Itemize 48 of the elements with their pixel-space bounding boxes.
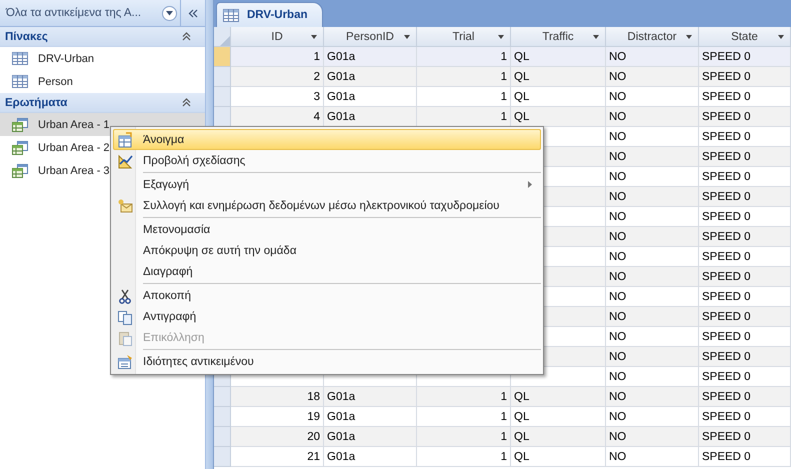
table-cell: NO [606,427,699,447]
table-cell: SPEED 0 [699,267,791,287]
table-cell: NO [606,447,699,467]
table-cell: NO [606,387,699,407]
table-cell: NO [606,147,699,167]
table-cell: QL [511,387,606,407]
table-cell: QL [511,427,606,447]
table-cell: 1 [417,47,511,67]
table-cell: 21 [231,447,324,467]
table-cell: SPEED 0 [699,427,791,447]
table-cell: NO [606,47,699,67]
table-cell: QL [511,107,606,127]
table-cell: 1 [417,427,511,447]
table-cell: QL [511,67,606,87]
table-cell: SPEED 0 [699,447,791,467]
table-cell: 20 [231,427,324,447]
table-cell: 1 [417,67,511,87]
table-cell: SPEED 0 [699,387,791,407]
table-cell: SPEED 0 [699,187,791,207]
table-cell: NO [606,307,699,327]
table-cell: SPEED 0 [699,107,791,127]
table-cell: NO [606,227,699,247]
table-cell: G01a [324,387,417,407]
table-cell: G01a [324,447,417,467]
table-cell: 4 [231,107,324,127]
table-cell: NO [606,267,699,287]
table-cell: NO [606,107,699,127]
table-cell: SPEED 0 [699,227,791,247]
table-cell: QL [511,447,606,467]
table-cell: NO [606,67,699,87]
table-cell: G01a [324,427,417,447]
table-cell: SPEED 0 [699,147,791,167]
table-cell: G01a [324,47,417,67]
table-cell: SPEED 0 [699,307,791,327]
table-cell: 2 [231,67,324,87]
table-cell: SPEED 0 [699,47,791,67]
table-cell: 1 [417,107,511,127]
table-cell: 1 [417,447,511,467]
table-cell: 1 [417,387,511,407]
table-cell: G01a [324,67,417,87]
table-cell: SPEED 0 [699,67,791,87]
table-cell: QL [511,47,606,67]
table-cell: G01a [324,107,417,127]
table-cell: NO [606,347,699,367]
table-cell: 1 [231,47,324,67]
table-cell: NO [606,187,699,207]
table-cell: 18 [231,387,324,407]
table-cell: SPEED 0 [699,347,791,367]
